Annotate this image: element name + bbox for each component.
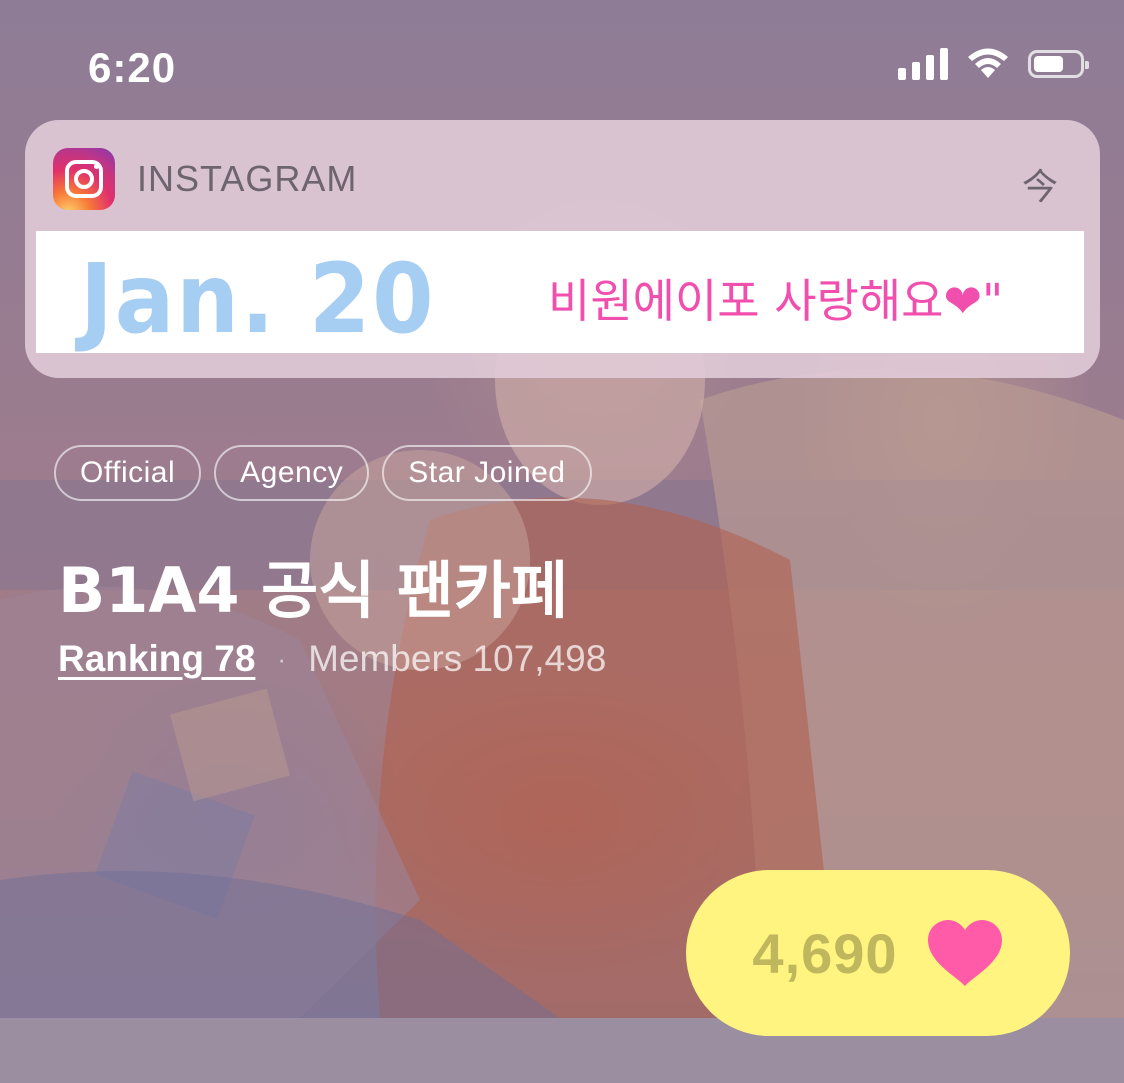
battery-level [1034, 56, 1063, 72]
instagram-icon [53, 148, 115, 210]
banner-message-text: 비원에이포 사랑해요❤" [548, 274, 1004, 328]
notification-header: INSTAGRAM [53, 148, 357, 210]
banner-date-text: Jan. 20 [80, 243, 436, 355]
wifi-icon [968, 48, 1008, 78]
ranking-link[interactable]: Ranking 78 [58, 638, 255, 680]
like-count: 4,690 [752, 921, 898, 985]
cellular-signal-icon [898, 48, 948, 80]
cafe-tags: Official Agency Star Joined [54, 445, 592, 501]
instagram-notification[interactable]: INSTAGRAM 今 Jan. 20 비원에이포 사랑해요❤" [25, 120, 1100, 378]
like-button[interactable]: 4,690 [686, 870, 1070, 1036]
tag-agency: Agency [214, 445, 370, 501]
members-count: Members 107,498 [308, 638, 607, 679]
cafe-stats: Ranking 78 · Members 107,498 [58, 638, 606, 680]
heart-icon [927, 920, 1002, 986]
cafe-title: B1A4 공식 팬카페 [58, 554, 568, 627]
status-icons [898, 48, 1089, 80]
notification-time: 今 [1021, 166, 1058, 207]
tag-official: Official [54, 445, 202, 501]
notification-app-name: INSTAGRAM [137, 158, 358, 199]
status-time: 6:20 [88, 44, 177, 91]
tag-star-joined: Star Joined [382, 445, 592, 501]
battery-icon [1028, 50, 1089, 78]
notification-image: Jan. 20 비원에이포 사랑해요❤" [36, 231, 1084, 355]
stats-separator: · [277, 643, 287, 674]
